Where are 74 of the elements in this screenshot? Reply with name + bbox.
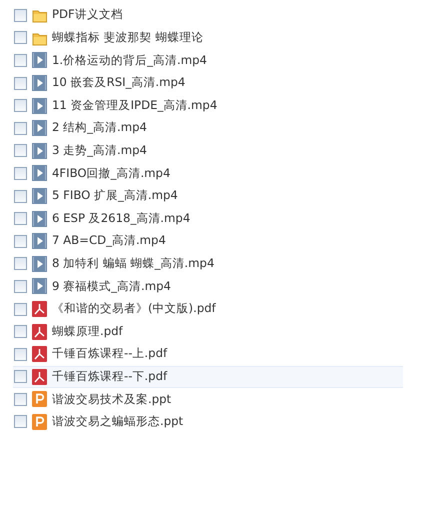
checkbox[interactable] — [14, 99, 27, 112]
checkbox[interactable] — [14, 8, 27, 22]
file-row[interactable]: 《和谐的交易者》(中文版).pdf — [13, 298, 403, 320]
file-name[interactable]: 6 ESP 及2618_高清.mp4 — [52, 212, 190, 224]
file-row[interactable]: 谐波交易之蝙蝠形态.ppt — [13, 410, 403, 434]
checkbox[interactable] — [14, 190, 27, 203]
file-row[interactable]: 蝴蝶原理.pdf — [13, 320, 403, 343]
file-name[interactable]: 7 AB=CD_高清.mp4 — [52, 235, 166, 248]
file-name[interactable]: 2 结构_高清.mp4 — [52, 122, 147, 134]
file-row[interactable]: 3 走势_高清.mp4 — [13, 140, 403, 162]
file-name[interactable]: 蝴蝶原理.pdf — [52, 326, 123, 338]
file-row[interactable]: 蝴蝶指标 斐波那契 蝴蝶理论 — [13, 26, 403, 50]
file-row[interactable]: 1.价格运动的背后_高清.mp4 — [13, 49, 403, 72]
play-icon — [32, 210, 47, 227]
file-row[interactable]: 5 FIBO 扩展_高清.mp4 — [13, 184, 403, 208]
checkbox[interactable] — [14, 54, 27, 67]
checkbox[interactable] — [14, 325, 27, 338]
play-icon — [32, 256, 47, 272]
checkbox[interactable] — [14, 166, 27, 180]
file-row[interactable]: 千锤百炼课程--上.pdf — [13, 342, 403, 366]
file-name[interactable]: 8 加特利 蝙蝠 蝴蝶_高清.mp4 — [52, 258, 214, 270]
pdf-icon — [32, 301, 47, 318]
checkbox[interactable] — [14, 31, 27, 44]
play-icon — [32, 98, 47, 114]
file-row[interactable]: PDF讲义文档 — [13, 4, 403, 27]
checkbox[interactable] — [14, 257, 27, 270]
play-icon — [32, 278, 47, 294]
file-row[interactable]: 11 资金管理及IPDE_高清.mp4 — [13, 94, 403, 117]
file-name[interactable]: 11 资金管理及IPDE_高清.mp4 — [52, 100, 218, 112]
file-name[interactable]: 9 赛福模式_高清.mp4 — [52, 280, 171, 292]
checkbox[interactable] — [14, 302, 27, 316]
file-name[interactable]: 谐波交易技术及案.ppt — [52, 394, 172, 406]
file-row[interactable]: 7 AB=CD_高清.mp4 — [13, 230, 403, 253]
play-icon — [32, 233, 47, 250]
pdf-icon — [32, 346, 47, 362]
file-name[interactable]: 《和谐的交易者》(中文版).pdf — [52, 303, 216, 315]
file-name[interactable]: 5 FIBO 扩展_高清.mp4 — [52, 190, 178, 202]
play-icon — [32, 188, 47, 204]
file-row[interactable]: 2 结构_高清.mp4 — [13, 116, 403, 140]
file-name[interactable]: 1.价格运动的背后_高清.mp4 — [52, 54, 207, 66]
file-row[interactable]: 9 赛福模式_高清.mp4 — [13, 275, 403, 298]
checkbox[interactable] — [14, 415, 27, 428]
file-name[interactable]: 4FIBO回撤_高清.mp4 — [52, 168, 170, 180]
file-row[interactable]: 4FIBO回撤_高清.mp4 — [13, 162, 403, 185]
file-name[interactable]: 谐波交易之蝙蝠形态.ppt — [52, 416, 184, 428]
play-icon — [32, 75, 47, 92]
checkbox[interactable] — [14, 76, 27, 90]
slides-icon — [32, 391, 47, 408]
pdf-icon — [32, 368, 47, 385]
play-icon — [32, 52, 47, 68]
file-row[interactable]: 8 加特利 蝙蝠 蝴蝶_高清.mp4 — [13, 252, 403, 276]
pdf-icon — [32, 324, 47, 340]
checkbox[interactable] — [14, 370, 27, 384]
checkbox[interactable] — [14, 144, 27, 158]
file-name[interactable]: 3 走势_高清.mp4 — [52, 145, 147, 157]
file-row[interactable]: 6 ESP 及2618_高清.mp4 — [13, 207, 403, 230]
hovered-row[interactable]: 千锤百炼课程--下.pdf — [13, 366, 403, 388]
checkbox[interactable] — [14, 392, 27, 406]
checkbox[interactable] — [14, 122, 27, 135]
checkbox[interactable] — [14, 234, 27, 248]
folder-name[interactable]: PDF讲义文档 — [52, 9, 123, 22]
checkbox[interactable] — [14, 212, 27, 226]
file-name[interactable]: 千锤百炼课程--下.pdf — [52, 370, 168, 383]
checkbox[interactable] — [14, 348, 27, 361]
file-name[interactable]: 10 嵌套及RSI_高清.mp4 — [52, 77, 186, 89]
checkbox[interactable] — [14, 280, 27, 293]
play-icon — [32, 120, 47, 136]
file-row[interactable]: 10 嵌套及RSI_高清.mp4 — [13, 72, 403, 94]
play-icon — [32, 142, 47, 159]
slides-icon — [32, 414, 47, 430]
folder-name[interactable]: 蝴蝶指标 斐波那契 蝴蝶理论 — [52, 32, 204, 44]
play-icon — [32, 165, 47, 182]
file-name[interactable]: 千锤百炼课程--上.pdf — [52, 348, 168, 360]
file-row[interactable]: 谐波交易技术及案.ppt — [13, 388, 403, 411]
